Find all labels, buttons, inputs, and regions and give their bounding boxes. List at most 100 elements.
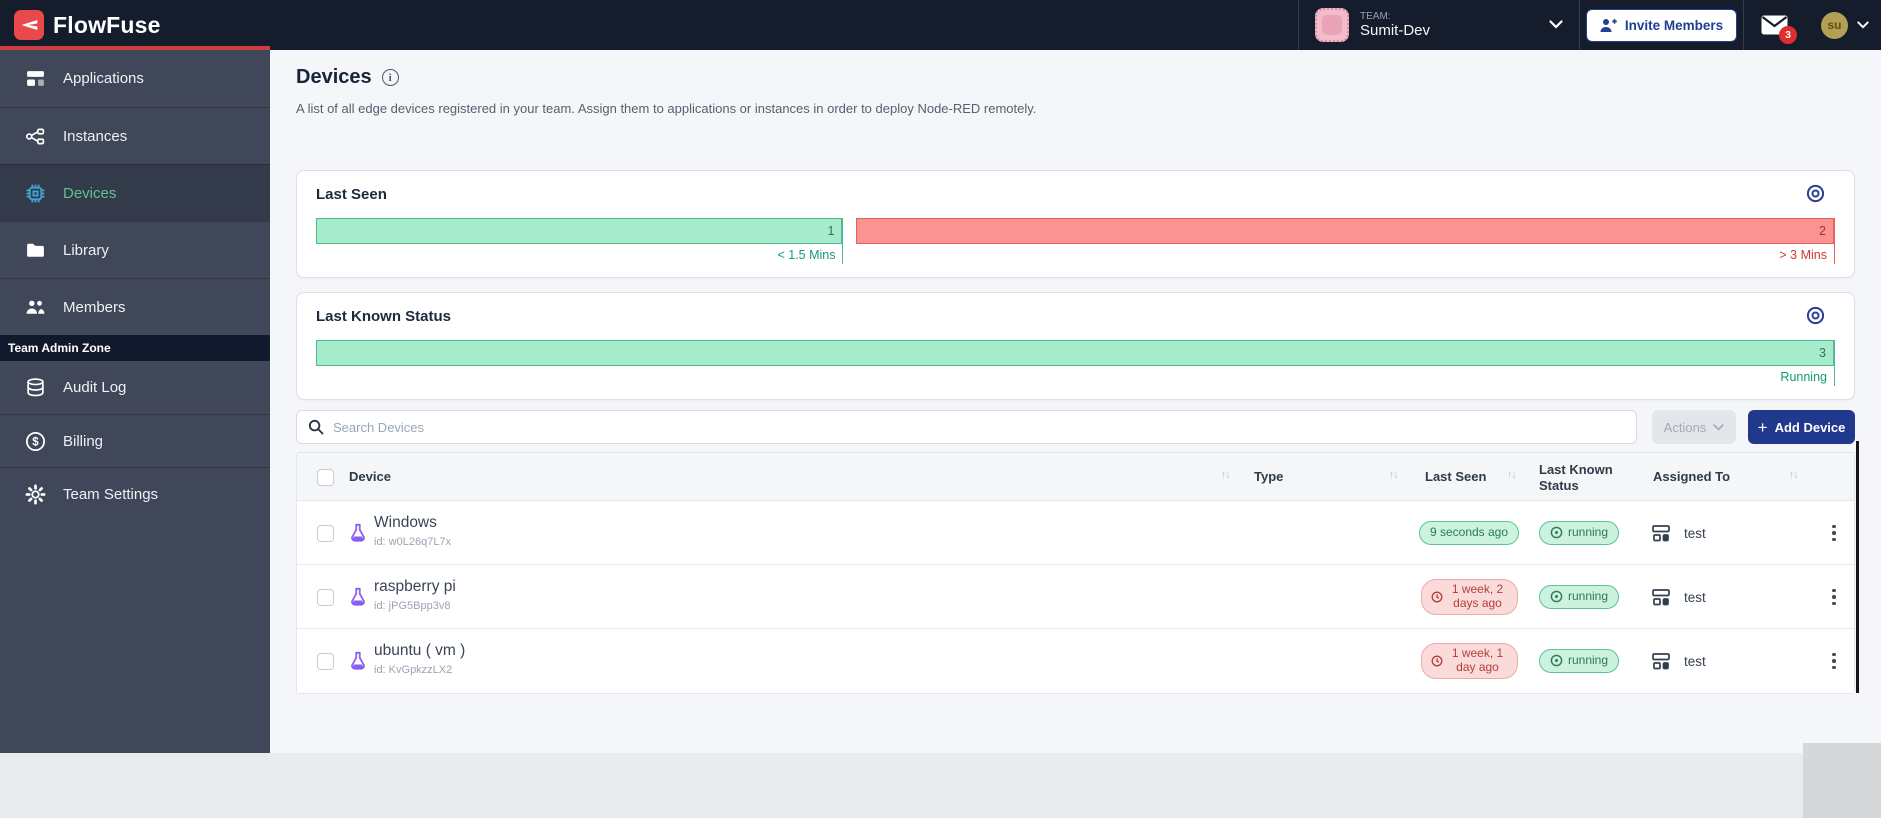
bar-segment: 3 Running: [316, 340, 1835, 386]
user-menu[interactable]: su: [1805, 0, 1881, 50]
running-icon: [1550, 527, 1563, 539]
last-known-status-card: Last Known Status 3 Running: [296, 292, 1855, 400]
eye-toggle-icon[interactable]: [1806, 184, 1825, 208]
assigned-to-link[interactable]: test: [1651, 565, 1706, 629]
device-name[interactable]: Windows: [374, 514, 437, 532]
chevron-down-icon: [1713, 423, 1724, 431]
page-description: A list of all edge devices registered in…: [296, 101, 1037, 116]
column-header-assigned-to: Assigned To: [1653, 469, 1731, 484]
row-checkbox[interactable]: [317, 653, 334, 670]
table-row: ubuntu ( vm ) id: KvGpkzzLX2 1 week, 1 d…: [297, 629, 1854, 693]
members-icon: [26, 300, 45, 314]
sidebar-item-label: Instances: [63, 127, 128, 145]
status-bar-chart: 3 Running: [316, 340, 1835, 386]
devices-table: Device ↑↓ Type ↑↓ Last Seen ↑↓ Last Know…: [296, 452, 1855, 694]
application-icon: [1652, 653, 1670, 670]
last-seen-badge: 1 week, 2 days ago: [1420, 579, 1518, 615]
row-menu-kebab[interactable]: [1821, 629, 1847, 693]
bar-segment: 2 > 3 Mins: [856, 218, 1835, 264]
sidebar-accent-line: [0, 46, 270, 50]
column-header-last-seen: Last Seen: [1425, 469, 1487, 484]
notification-badge: 3: [1779, 26, 1797, 44]
brand-name: FlowFuse: [53, 11, 161, 38]
sidebar-item-library[interactable]: Library: [0, 221, 270, 278]
device-id: id: KvGpkzzLX2: [374, 664, 453, 676]
status-badge: running: [1538, 649, 1620, 673]
page-title: Devices: [296, 66, 372, 88]
flowfuse-app: FlowFuse TEAM: Sumit-Dev Invite Members: [0, 0, 1881, 818]
sort-icon[interactable]: ↑↓: [1789, 469, 1798, 481]
running-icon: [1550, 591, 1563, 603]
application-icon: [1652, 589, 1670, 606]
invite-members-button[interactable]: Invite Members: [1585, 8, 1738, 42]
device-id: id: w0L26q7L7x: [374, 536, 452, 548]
bar-label: > 3 Mins: [1779, 248, 1827, 262]
audit-log-database-icon: [27, 378, 44, 397]
clock-icon: [1431, 591, 1442, 603]
device-flask-icon: [351, 523, 365, 542]
applications-icon: [27, 71, 44, 86]
add-device-button[interactable]: + Add Device: [1748, 410, 1855, 444]
card-title: Last Seen: [316, 186, 387, 203]
invite-members-section: Invite Members: [1579, 0, 1743, 50]
sidebar-item-billing[interactable]: $ Billing: [0, 414, 270, 467]
navbar-right-cluster: TEAM: Sumit-Dev Invite Members 3 su: [1298, 0, 1881, 50]
plus-icon: +: [1757, 417, 1768, 437]
search-icon: [308, 419, 324, 435]
scroll-corner: [1803, 743, 1881, 818]
table-row: raspberry pi id: jPG5Bpp3v8 1 week, 2 da…: [297, 565, 1854, 629]
sort-icon[interactable]: ↑↓: [1389, 469, 1398, 481]
team-selector[interactable]: TEAM: Sumit-Dev: [1298, 0, 1579, 50]
row-menu-kebab[interactable]: [1821, 565, 1847, 629]
device-name[interactable]: raspberry pi: [374, 578, 456, 596]
last-seen-bar-chart: 1 < 1.5 Mins 2 > 3 Mins: [316, 218, 1835, 264]
team-admin-zone-header: Team Admin Zone: [0, 335, 270, 361]
last-seen-badge: 1 week, 1 day ago: [1420, 643, 1518, 679]
flowfuse-logo[interactable]: FlowFuse: [0, 10, 161, 40]
search-box: [296, 410, 1637, 444]
running-icon: [1550, 655, 1563, 667]
clock-icon: [1431, 655, 1442, 667]
sidebar-item-label: Team Settings: [63, 485, 159, 503]
row-checkbox[interactable]: [317, 589, 334, 606]
sidebar-item-label: Applications: [63, 70, 144, 87]
sidebar-item-devices[interactable]: Devices: [0, 164, 270, 221]
actions-button[interactable]: Actions: [1652, 410, 1736, 444]
sidebar-item-instances[interactable]: Instances: [0, 107, 270, 164]
main-content: Devices A list of all edge devices regis…: [270, 50, 1881, 753]
avatar: su: [1821, 11, 1848, 39]
assigned-to-link[interactable]: test: [1651, 501, 1706, 565]
chevron-down-icon: [1857, 21, 1869, 29]
eye-toggle-icon[interactable]: [1806, 306, 1825, 330]
last-seen-card: Last Seen 1 < 1.5 Mins 2 > 3 Mins: [296, 170, 1855, 278]
sidebar-item-label: Members: [63, 298, 126, 316]
application-icon: [1652, 525, 1670, 542]
device-id: id: jPG5Bpp3v8: [374, 600, 451, 612]
instances-icon: [25, 128, 45, 144]
settings-gear-icon: [25, 484, 46, 504]
table-scrollbar[interactable]: [1856, 441, 1859, 693]
sidebar-item-label: Audit Log: [63, 379, 127, 396]
sort-icon[interactable]: ↑↓: [1507, 469, 1516, 481]
billing-dollar-icon: $: [25, 431, 46, 451]
sidebar: Applications Instances Devices Library M…: [0, 50, 270, 753]
search-input[interactable]: [333, 419, 1625, 435]
sidebar-item-audit-log[interactable]: Audit Log: [0, 361, 270, 414]
sidebar-item-applications[interactable]: Applications: [0, 50, 270, 107]
row-menu-kebab[interactable]: [1821, 501, 1847, 565]
notifications-button[interactable]: 3: [1743, 0, 1805, 50]
info-icon[interactable]: [381, 69, 399, 86]
bar-segment: 1 < 1.5 Mins: [316, 218, 844, 264]
row-checkbox[interactable]: [317, 525, 334, 542]
status-badge: running: [1538, 521, 1620, 545]
select-all-checkbox[interactable]: [317, 469, 334, 486]
team-avatar: [1315, 8, 1349, 42]
device-name[interactable]: ubuntu ( vm ): [374, 642, 465, 660]
assigned-to-link[interactable]: test: [1651, 629, 1706, 693]
invite-members-icon: [1600, 18, 1617, 32]
sort-icon[interactable]: ↑↓: [1221, 469, 1230, 481]
sidebar-item-team-settings[interactable]: Team Settings: [0, 467, 270, 520]
sidebar-item-members[interactable]: Members: [0, 278, 270, 335]
bar-value: 3: [316, 340, 1834, 366]
table-header: Device ↑↓ Type ↑↓ Last Seen ↑↓ Last Know…: [297, 453, 1854, 501]
